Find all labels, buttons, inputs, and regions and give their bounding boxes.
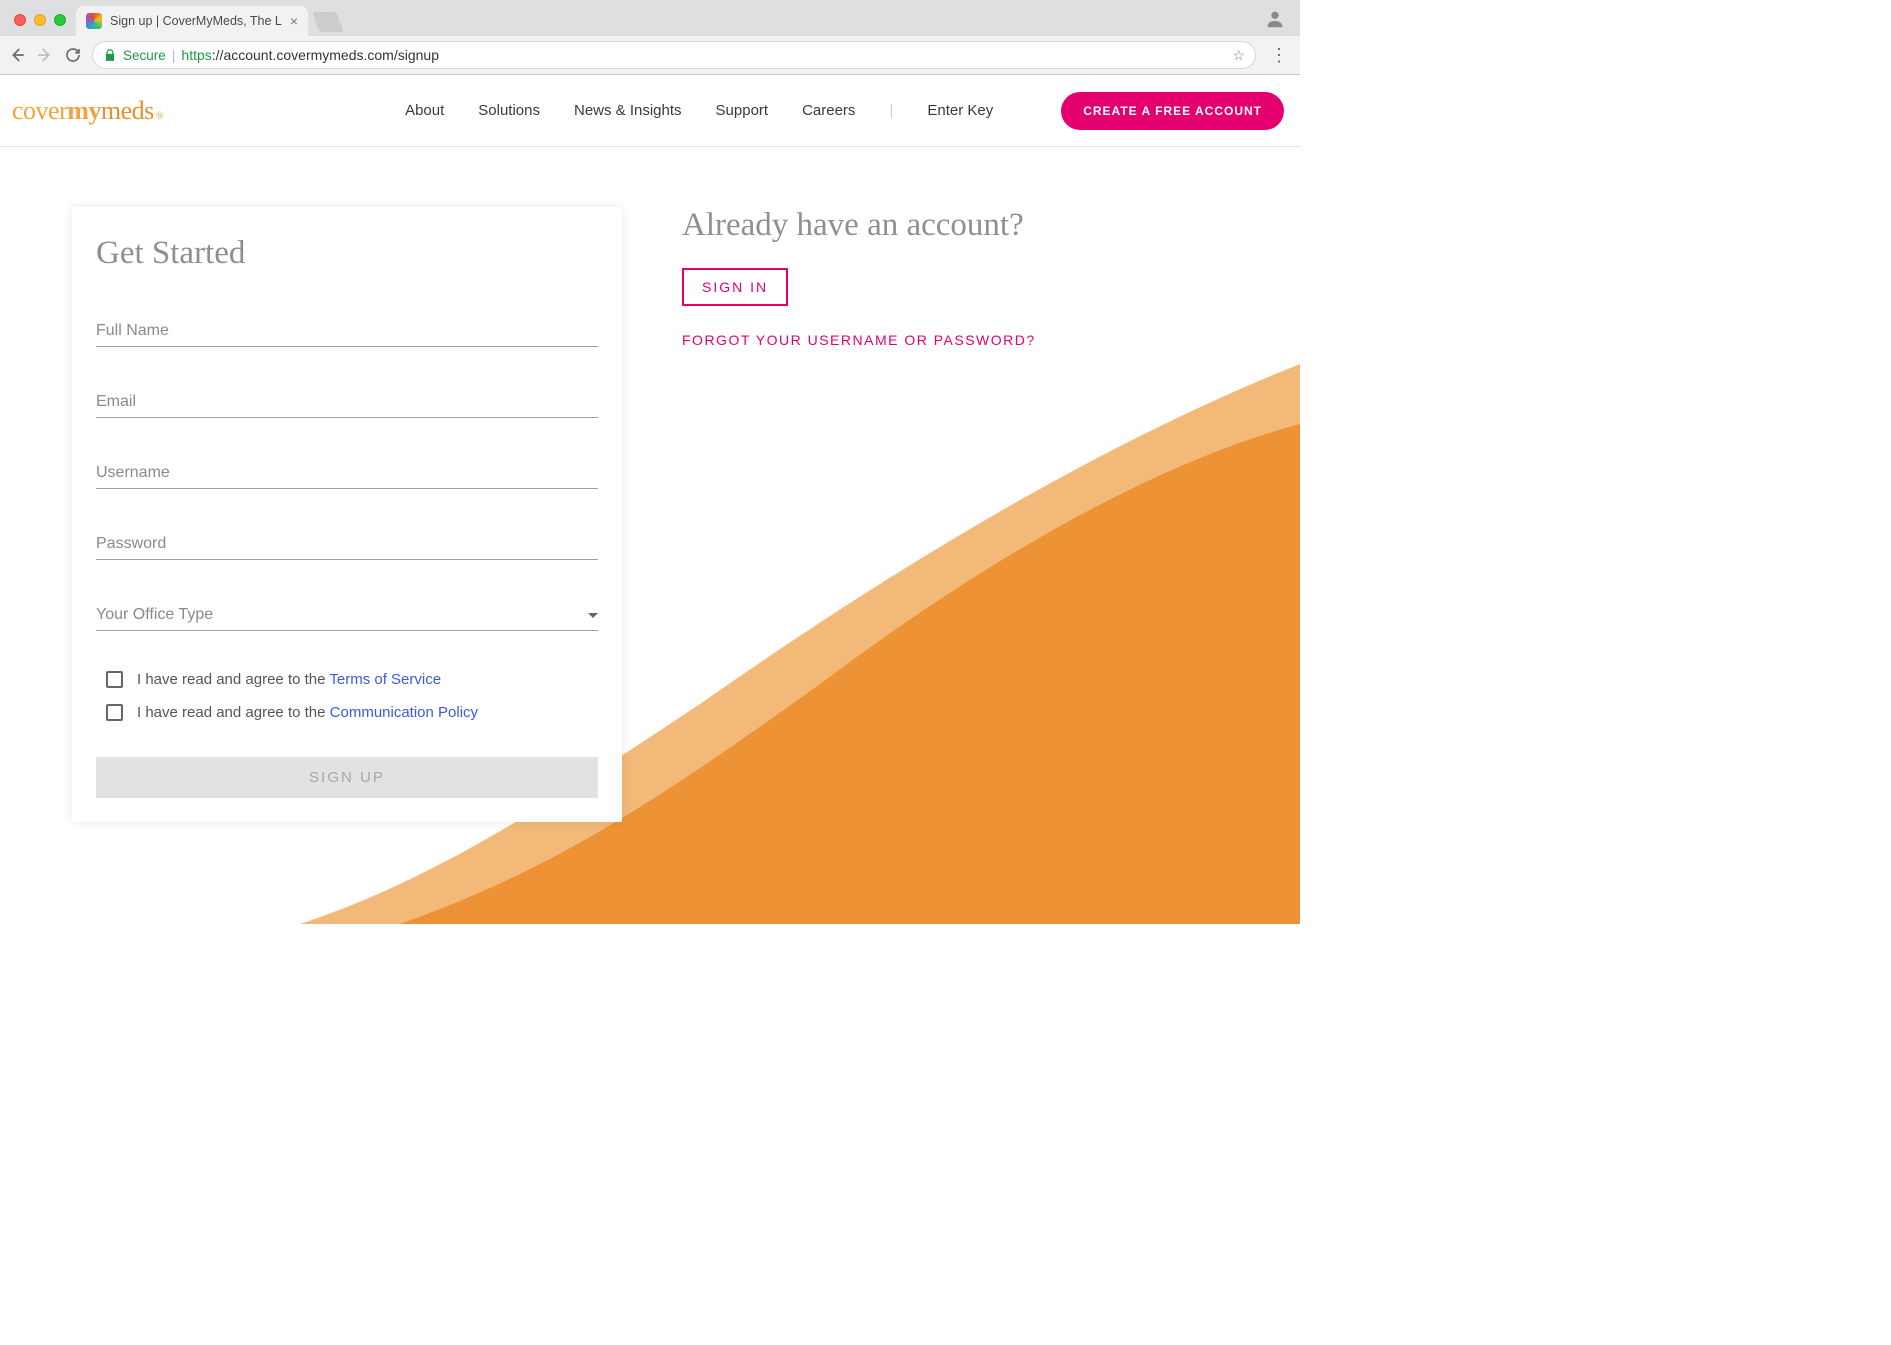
existing-account-section: Already have an account? SIGN IN FORGOT … [682, 207, 1036, 822]
nav-solutions[interactable]: Solutions [478, 102, 540, 119]
new-tab-button[interactable] [312, 12, 343, 32]
site-header: covermymeds® About Solutions News & Insi… [0, 75, 1300, 147]
nav-news[interactable]: News & Insights [574, 102, 682, 119]
nav-divider: | [889, 102, 893, 119]
signin-button[interactable]: SIGN IN [682, 268, 788, 306]
lock-icon [103, 48, 117, 62]
office-type-placeholder: Your Office Type [96, 606, 213, 624]
comm-row: I have read and agree to the Communicati… [96, 704, 598, 721]
tab-strip: Sign up | CoverMyMeds, The L × [0, 0, 1300, 36]
password-field-wrap [96, 529, 598, 560]
card-title: Get Started [96, 235, 598, 272]
tos-label: I have read and agree to the Terms of Se… [137, 671, 441, 688]
back-icon[interactable] [8, 46, 26, 64]
reload-icon[interactable] [64, 46, 82, 64]
fullname-field-wrap [96, 316, 598, 347]
logo-part1: cover [12, 96, 67, 126]
browser-menu-icon[interactable]: ⋮ [1266, 45, 1292, 66]
logo[interactable]: covermymeds® [12, 96, 163, 126]
bookmark-star-icon[interactable]: ☆ [1232, 47, 1245, 64]
comm-label: I have read and agree to the Communicati… [137, 704, 478, 721]
browser-chrome: Sign up | CoverMyMeds, The L × Secure | … [0, 0, 1300, 75]
office-type-field-wrap: Your Office Type [96, 600, 598, 631]
minimize-window-icon[interactable] [34, 14, 46, 26]
password-input[interactable] [96, 529, 598, 560]
comm-link[interactable]: Communication Policy [330, 704, 478, 721]
fullscreen-window-icon[interactable] [54, 14, 66, 26]
tos-row: I have read and agree to the Terms of Se… [96, 671, 598, 688]
close-window-icon[interactable] [14, 14, 26, 26]
fullname-input[interactable] [96, 316, 598, 347]
email-input[interactable] [96, 387, 598, 418]
nav-support[interactable]: Support [716, 102, 769, 119]
nav-about[interactable]: About [405, 102, 444, 119]
tos-link[interactable]: Terms of Service [329, 671, 441, 688]
secure-label: Secure [123, 48, 166, 63]
address-bar[interactable]: Secure | https://account.covermymeds.com… [92, 41, 1256, 69]
forgot-link[interactable]: FORGOT YOUR USERNAME OR PASSWORD? [682, 332, 1036, 348]
url-text: https://account.covermymeds.com/signup [181, 47, 439, 63]
nav-careers[interactable]: Careers [802, 102, 855, 119]
tos-checkbox[interactable] [106, 671, 123, 688]
username-field-wrap [96, 458, 598, 489]
browser-tab[interactable]: Sign up | CoverMyMeds, The L × [76, 6, 308, 36]
logo-part2: my [67, 96, 101, 126]
site-nav: About Solutions News & Insights Support … [405, 92, 1284, 130]
chevron-down-icon [588, 613, 598, 618]
favicon-icon [86, 13, 102, 29]
forward-icon [36, 46, 54, 64]
comm-checkbox[interactable] [106, 704, 123, 721]
signup-card: Get Started Your Office Type I have read… [72, 207, 622, 822]
address-bar-row: Secure | https://account.covermymeds.com… [0, 36, 1300, 74]
email-field-wrap [96, 387, 598, 418]
existing-account-title: Already have an account? [682, 207, 1036, 244]
profile-icon[interactable] [1264, 8, 1286, 30]
office-type-select[interactable]: Your Office Type [96, 600, 598, 631]
window-controls [8, 14, 76, 36]
logo-part3: meds [101, 96, 154, 126]
nav-enter-key[interactable]: Enter Key [927, 102, 993, 119]
main-content: Get Started Your Office Type I have read… [0, 147, 1300, 822]
tab-title: Sign up | CoverMyMeds, The L [110, 14, 282, 28]
separator: | [172, 47, 176, 63]
close-tab-icon[interactable]: × [290, 13, 298, 29]
logo-reg: ® [156, 111, 163, 122]
create-account-button[interactable]: CREATE A FREE ACCOUNT [1061, 92, 1284, 130]
signup-button[interactable]: SIGN UP [96, 757, 598, 798]
username-input[interactable] [96, 458, 598, 489]
